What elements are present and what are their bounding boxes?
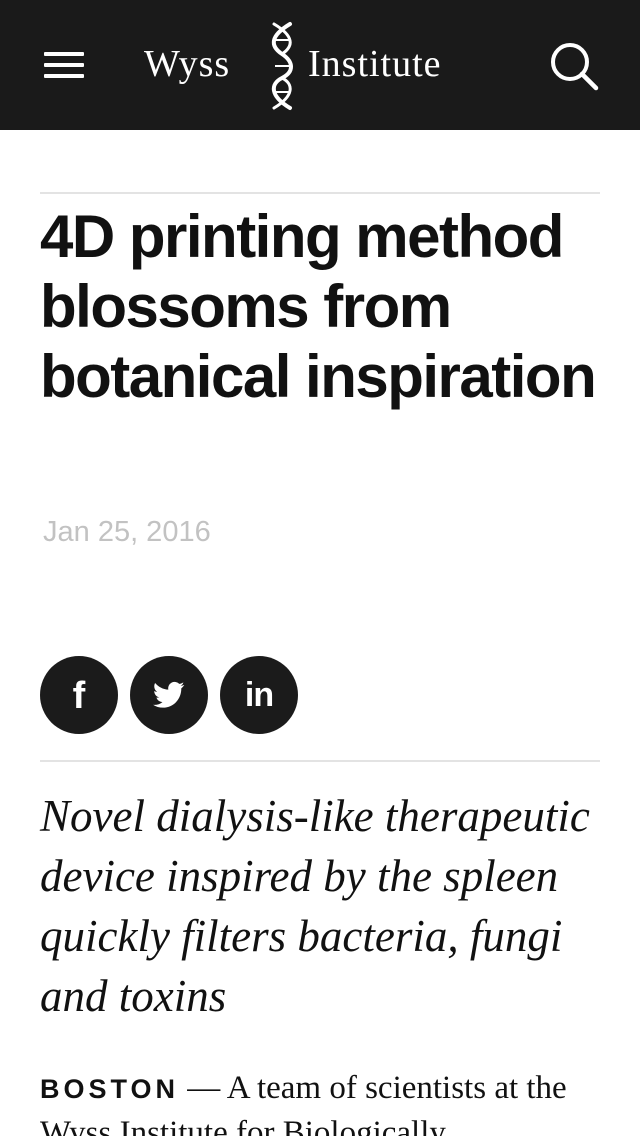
- search-button[interactable]: [548, 40, 600, 92]
- share-facebook-button[interactable]: f: [40, 656, 118, 734]
- article-dateline: BOSTON: [40, 1074, 180, 1104]
- article-date: Jan 25, 2016: [43, 516, 211, 548]
- linkedin-icon: in: [244, 676, 274, 714]
- article-title: 4D printing method blossoms from botanic…: [40, 203, 597, 410]
- headline-divider: [40, 192, 600, 194]
- hamburger-menu-button[interactable]: [40, 44, 88, 84]
- menu-bar-line: [44, 74, 84, 78]
- article-lead-paragraph: BOSTON — A team of scientists at the Wys…: [40, 1066, 600, 1136]
- logo-word-wyss: Wyss: [144, 43, 231, 85]
- share-divider: [40, 760, 600, 762]
- top-navigation-bar: Wyss Institute: [0, 0, 640, 130]
- facebook-icon: f: [72, 675, 86, 717]
- wyss-institute-logo[interactable]: Wyss Institute: [140, 18, 510, 114]
- share-linkedin-button[interactable]: in: [220, 656, 298, 734]
- dna-helix-icon: [271, 22, 293, 110]
- article-subtitle: Novel dialysis-like therapeutic device i…: [40, 791, 590, 1021]
- logo-word-institute: Institute: [308, 43, 442, 85]
- share-twitter-button[interactable]: [130, 656, 208, 734]
- menu-bar-line: [44, 63, 84, 67]
- twitter-icon: [153, 681, 185, 708]
- search-icon: [551, 43, 599, 91]
- menu-bar-line: [44, 52, 84, 56]
